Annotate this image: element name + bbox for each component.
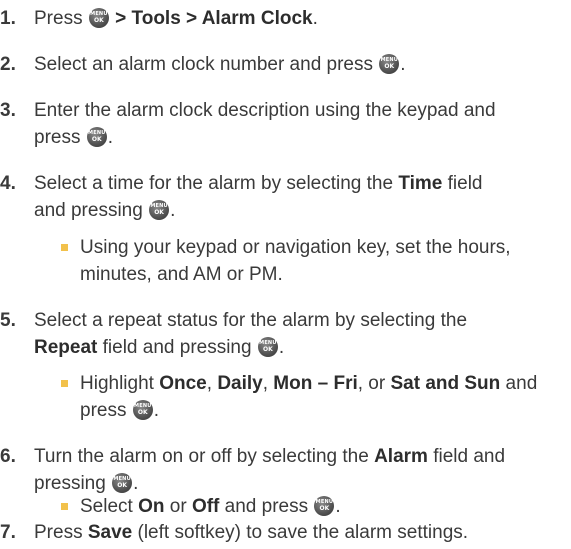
step-text: Select a time for the alarm by selecting… [34,173,483,221]
bullet-text: Using your keypad or navigation key, set… [80,237,511,285]
step-text: Press MENU OK > Tools > Alarm Clock. [34,8,318,29]
step-number: 1. [0,8,16,29]
menu-ok-key-icon: MENU OK [112,473,133,493]
menu-ok-key-icon: MENU OK [314,496,335,516]
step-text: Select an alarm clock number and press M… [34,54,406,75]
menu-ok-key-icon: MENU OK [88,8,109,28]
step-number: 6. [0,446,16,467]
bullet-marker [61,380,68,387]
bullet-text: Select On or Off and press MENU OK. [80,496,341,517]
menu-ok-key-icon: MENU OK [149,200,170,220]
bullet-marker [61,244,68,251]
step-number: 3. [0,100,16,121]
step-text: Enter the alarm clock description using … [34,100,496,148]
step-number: 4. [0,173,16,194]
step-number: 7. [0,522,16,543]
bullet-marker [61,503,68,510]
step-text: Select a repeat status for the alarm by … [34,310,468,358]
menu-ok-key-icon: MENU OK [379,54,400,74]
menu-ok-key-icon: MENU OK [86,127,107,147]
menu-ok-key-icon: MENU OK [257,337,278,357]
step-text: Press Save (left softkey) to save the al… [34,522,469,543]
step-number: 2. [0,54,16,75]
instruction-list: 1. Press MENU OK > Tools > Alarm Clock. 2… [0,0,571,549]
bullet-text: Highlight Once, Daily, Mon – Fri, or Sat… [80,373,538,421]
step-text: Turn the alarm on or off by selecting th… [34,446,506,494]
menu-ok-key-icon: MENU OK [132,400,153,420]
step-number: 5. [0,310,16,331]
